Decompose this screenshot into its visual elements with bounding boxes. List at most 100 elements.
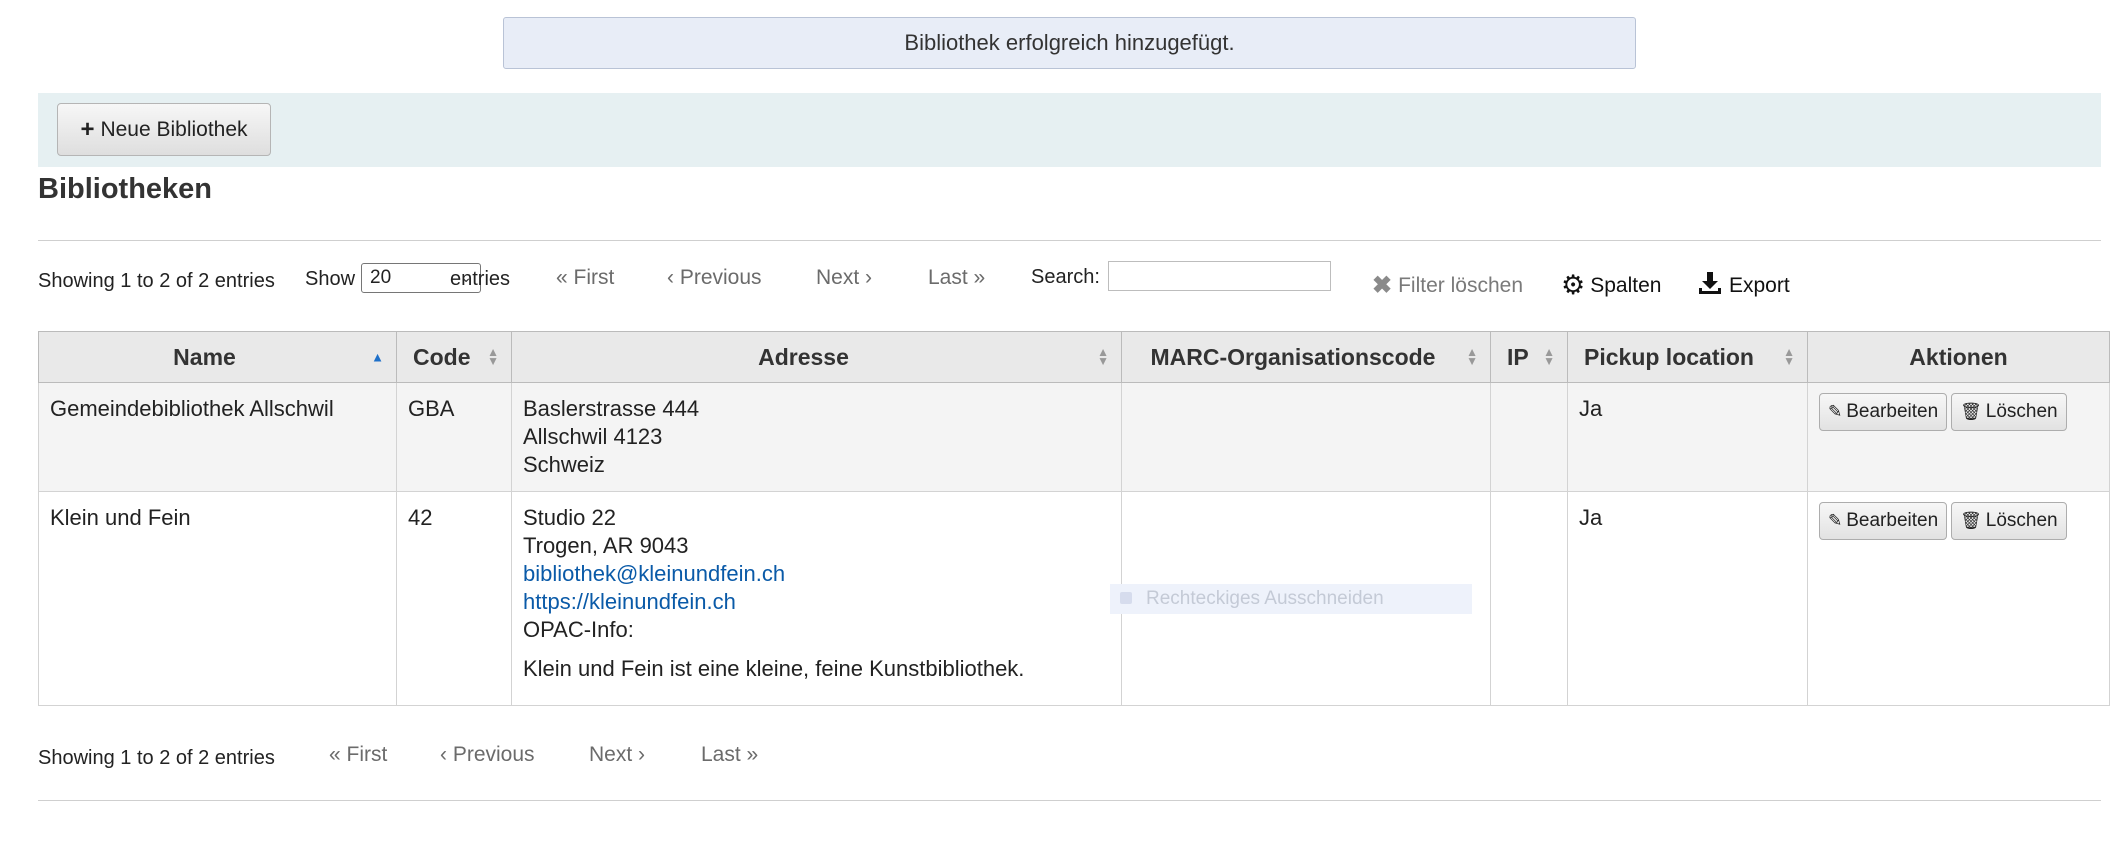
col-header-ip[interactable]: IP ▲ ▼ xyxy=(1490,331,1568,383)
col-header-address[interactable]: Adresse ▲ ▼ xyxy=(511,331,1122,383)
pager-first-label: First xyxy=(573,266,615,289)
page-length-value: 20 xyxy=(370,267,392,288)
clear-filter-label: Filter löschen xyxy=(1398,273,1523,297)
chevron-right-icon: › xyxy=(632,743,646,766)
pager-next-label: Next xyxy=(816,266,860,289)
page-title: Bibliotheken xyxy=(38,173,213,205)
col-header-name-label: Name xyxy=(173,343,236,370)
double-chevron-left-icon: « xyxy=(329,743,347,766)
double-chevron-right-icon: » xyxy=(967,266,986,289)
col-header-marc[interactable]: MARC-Organisationscode ▲ ▼ xyxy=(1121,331,1491,383)
pager-first[interactable]: « First xyxy=(556,266,614,290)
edit-button[interactable]: ✎ Bearbeiten xyxy=(1819,502,1948,540)
table-row: Gemeindebibliothek Allschwil GBA Baslers… xyxy=(38,382,2110,492)
clear-filter-button[interactable]: ✖ Filter löschen xyxy=(1372,271,1523,300)
sort-icon: ▲ ▼ xyxy=(487,345,499,368)
cell-pickup: Ja xyxy=(1567,382,1808,492)
cell-address: Baslerstrasse 444 Allschwil 4123 Schweiz xyxy=(511,382,1122,492)
opac-info-label: OPAC-Info: xyxy=(523,617,634,642)
success-message: Bibliothek erfolgreich hinzugefügt. xyxy=(503,17,1636,69)
col-header-pickup-label: Pickup location xyxy=(1584,343,1754,370)
success-message-text: Bibliothek erfolgreich hinzugefügt. xyxy=(904,30,1235,55)
edit-button[interactable]: ✎ Bearbeiten xyxy=(1819,393,1948,431)
new-library-label: Neue Bibliothek xyxy=(100,117,248,141)
pager-next-bottom[interactable]: Next › xyxy=(589,743,645,767)
pager-next-label: Next xyxy=(589,743,633,766)
divider xyxy=(38,240,2101,241)
columns-label: Spalten xyxy=(1590,273,1662,297)
cell-code: 42 xyxy=(396,491,512,706)
pager-last-bottom[interactable]: Last » xyxy=(701,743,758,767)
chevron-left-icon: ‹ xyxy=(440,743,453,766)
col-header-address-label: Adresse xyxy=(758,343,849,370)
edit-label: Bearbeiten xyxy=(1846,401,1939,422)
table-info: Showing 1 to 2 of 2 entries xyxy=(38,270,275,292)
pager-previous-label: Previous xyxy=(452,743,535,766)
cell-ip xyxy=(1490,382,1568,492)
table-info-bottom: Showing 1 to 2 of 2 entries xyxy=(38,747,275,769)
col-header-code-label: Code xyxy=(413,343,471,370)
show-label: Show xyxy=(305,268,356,290)
cell-pickup: Ja xyxy=(1567,491,1808,706)
table-row: Klein und Fein 42 Studio 22 Trogen, AR 9… xyxy=(38,491,2110,706)
gear-icon: ⚙ xyxy=(1561,270,1586,300)
website-link[interactable]: https://kleinundfein.ch xyxy=(523,588,1110,616)
pager-previous[interactable]: ‹ Previous xyxy=(667,266,762,290)
export-button[interactable]: Export xyxy=(1697,270,1790,302)
new-library-button[interactable]: + Neue Bibliothek xyxy=(57,103,271,156)
chevron-left-icon: ‹ xyxy=(667,266,680,289)
cell-actions: ✎ Bearbeiten 🗑 Löschen xyxy=(1807,491,2110,706)
cell-actions: ✎ Bearbeiten 🗑 Löschen xyxy=(1807,382,2110,492)
pager-last-label: Last xyxy=(928,266,968,289)
snipping-hint: Rechteckiges Ausschneiden xyxy=(1110,584,1472,614)
search-input[interactable] xyxy=(1108,261,1331,291)
snip-icon xyxy=(1120,592,1132,604)
address-line: Allschwil 4123 xyxy=(523,424,663,449)
pager-last[interactable]: Last » xyxy=(928,266,985,290)
delete-button[interactable]: 🗑 Löschen xyxy=(1951,393,2067,431)
table-header-row: Name ▲ Code ▲ ▼ Adresse ▲ ▼ MARC-Organisation… xyxy=(38,331,2110,383)
delete-label: Löschen xyxy=(1985,401,2058,422)
sort-ascending-icon: ▲ xyxy=(371,349,384,365)
delete-button[interactable]: 🗑 Löschen xyxy=(1951,502,2067,540)
chevron-right-icon: › xyxy=(859,266,873,289)
cell-name: Gemeindebibliothek Allschwil xyxy=(38,382,397,492)
cell-address: Studio 22 Trogen, AR 9043 bibliothek@kle… xyxy=(511,491,1122,706)
pager-previous-bottom[interactable]: ‹ Previous xyxy=(440,743,535,767)
col-header-actions: Aktionen xyxy=(1807,331,2110,383)
address-line: Baslerstrasse 444 xyxy=(523,396,700,421)
snipping-hint-text: Rechteckiges Ausschneiden xyxy=(1146,588,1384,609)
trash-icon: 🗑 xyxy=(1960,402,1982,421)
cell-ip xyxy=(1490,491,1568,706)
libraries-table: Name ▲ Code ▲ ▼ Adresse ▲ ▼ MARC-Organisation… xyxy=(38,331,2110,706)
address-line: Trogen, AR 9043 xyxy=(523,533,689,558)
pager-previous-label: Previous xyxy=(679,266,762,289)
trash-icon: 🗑 xyxy=(1960,511,1982,530)
sort-icon: ▲ ▼ xyxy=(1466,345,1478,368)
pencil-icon: ✎ xyxy=(1828,402,1843,421)
edit-label: Bearbeiten xyxy=(1846,510,1939,531)
col-header-pickup[interactable]: Pickup location ▲ ▼ xyxy=(1567,331,1808,383)
delete-label: Löschen xyxy=(1985,510,2058,531)
sort-icon: ▲ ▼ xyxy=(1097,345,1109,368)
export-label: Export xyxy=(1729,274,1790,297)
email-link[interactable]: bibliothek@kleinundfein.ch xyxy=(523,560,1110,588)
pager-first-bottom[interactable]: « First xyxy=(329,743,387,767)
entries-label: entries xyxy=(450,268,511,290)
double-chevron-right-icon: » xyxy=(740,743,759,766)
pager-next[interactable]: Next › xyxy=(816,266,872,290)
pencil-icon: ✎ xyxy=(1828,511,1843,530)
download-icon xyxy=(1697,270,1723,302)
col-header-code[interactable]: Code ▲ ▼ xyxy=(396,331,512,383)
col-header-ip-label: IP xyxy=(1507,343,1529,370)
sort-icon: ▲ ▼ xyxy=(1783,345,1795,368)
close-icon: ✖ xyxy=(1372,272,1393,299)
pager-last-label: Last xyxy=(701,743,741,766)
divider xyxy=(38,800,2101,801)
columns-button[interactable]: ⚙ Spalten xyxy=(1561,270,1661,301)
sort-icon: ▲ ▼ xyxy=(1543,345,1555,368)
col-header-name[interactable]: Name ▲ xyxy=(38,331,397,383)
opac-info-text: Klein und Fein ist eine kleine, feine Ku… xyxy=(523,656,1025,681)
cell-name: Klein und Fein xyxy=(38,491,397,706)
col-header-marc-label: MARC-Organisationscode xyxy=(1150,343,1436,370)
